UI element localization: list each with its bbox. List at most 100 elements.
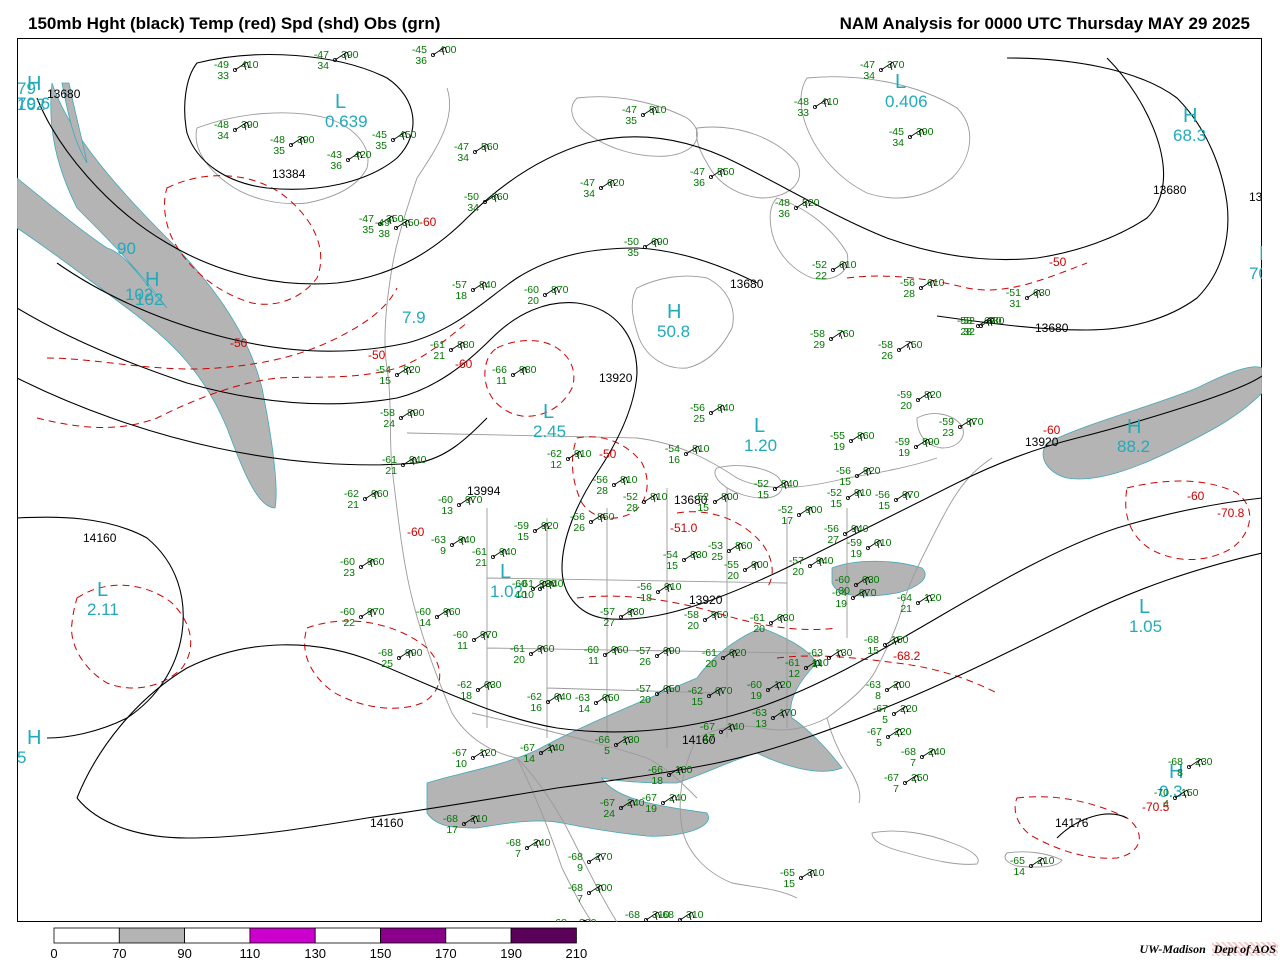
legend-tick: 210 bbox=[566, 946, 588, 960]
station-height: 050 bbox=[602, 692, 620, 704]
station-height: 510 bbox=[649, 104, 667, 116]
speed-legend: 0 70 90 110 130 150 170 190 210 bbox=[50, 927, 588, 960]
station-dewpoint-depression: 26 bbox=[881, 350, 893, 362]
station-height: 220 bbox=[900, 703, 918, 715]
station-height: 010 bbox=[874, 537, 892, 549]
station-height: 890 bbox=[922, 436, 940, 448]
station-dewpoint-depression: 22 bbox=[343, 617, 355, 629]
legend-tick: 190 bbox=[500, 946, 522, 960]
station-height: 630 bbox=[1033, 287, 1051, 299]
temp-label: -50 bbox=[1049, 255, 1067, 269]
station-height: 370 bbox=[887, 59, 905, 71]
station-height: 870 bbox=[966, 416, 984, 428]
station-height: 120 bbox=[774, 679, 792, 691]
center-letter: H bbox=[145, 269, 159, 291]
center-value: 0.406 bbox=[885, 92, 928, 111]
station-height: 930 bbox=[627, 606, 645, 618]
station-height: 900 bbox=[805, 504, 823, 516]
station-height: 960 bbox=[367, 556, 385, 568]
station-dewpoint-depression: 23 bbox=[942, 427, 954, 439]
station-height: 390 bbox=[241, 119, 259, 131]
station-height: 300 bbox=[595, 882, 613, 894]
station-dewpoint-depression: 11 bbox=[588, 655, 599, 667]
station-dewpoint-depression: 15 bbox=[379, 375, 391, 387]
station-height: 270 bbox=[595, 851, 613, 863]
station-height: 960 bbox=[371, 488, 389, 500]
station-dewpoint-depression: 22 bbox=[815, 270, 827, 282]
station-height: 810 bbox=[650, 491, 668, 503]
station-dewpoint-depression: 14 bbox=[523, 753, 535, 765]
center-value: 102 bbox=[135, 290, 163, 309]
temp-label: -60 bbox=[407, 525, 425, 539]
station-height: 410 bbox=[821, 96, 839, 108]
station-height: 980 bbox=[519, 364, 537, 376]
station-height: 910 bbox=[574, 448, 592, 460]
station-height: 840 bbox=[781, 478, 799, 490]
legend-segment bbox=[249, 927, 316, 944]
station-height: 240 bbox=[669, 792, 687, 804]
station-height: 450 bbox=[399, 129, 417, 141]
station-dewpoint-depression: 26 bbox=[639, 656, 651, 668]
height-label: 13920 bbox=[689, 593, 723, 607]
station-height: 350 bbox=[402, 217, 420, 229]
station-height: 140 bbox=[547, 742, 565, 754]
station-height: 750 bbox=[905, 339, 923, 351]
temp-label: -50 bbox=[599, 447, 617, 461]
station-dewpoint-depression: 19 bbox=[833, 441, 845, 453]
station-dewpoint-depression: 21 bbox=[347, 499, 359, 511]
station-dewpoint-depression: 25 bbox=[711, 551, 723, 563]
station-height: 390 bbox=[297, 134, 315, 146]
station-height: 250 bbox=[911, 772, 929, 784]
station-dewpoint-depression: 20 bbox=[527, 295, 539, 307]
temp-label: -50 bbox=[230, 336, 248, 350]
station-height: 940 bbox=[816, 555, 834, 567]
station-height: 970 bbox=[367, 606, 385, 618]
station-height: 520 bbox=[802, 197, 820, 209]
legend-tick: 130 bbox=[304, 946, 326, 960]
station-dewpoint-depression: 34 bbox=[317, 60, 329, 72]
station-height: 840 bbox=[479, 279, 497, 291]
station-height: 180 bbox=[675, 764, 693, 776]
station-height: 690 bbox=[651, 236, 669, 248]
station-height: 870 bbox=[551, 284, 569, 296]
station-dewpoint-depression: 13 bbox=[441, 505, 453, 517]
station-dewpoint-depression: 24 bbox=[383, 418, 395, 430]
station-height: 920 bbox=[541, 520, 559, 532]
station-height: 020 bbox=[729, 647, 747, 659]
station-height: 970 bbox=[465, 494, 483, 506]
legend-segment bbox=[314, 927, 381, 944]
legend-color-bar bbox=[53, 927, 577, 944]
height-label: 14160 bbox=[83, 531, 117, 545]
height-label: 14176 bbox=[1055, 816, 1089, 830]
station-dewpoint-depression: 12 bbox=[550, 459, 562, 471]
station-height: 610 bbox=[839, 259, 857, 271]
station-height: 670 bbox=[984, 315, 1002, 327]
station-dewpoint-depression: 20 bbox=[705, 658, 717, 670]
credit-dept: Dept of AOS bbox=[1211, 942, 1278, 956]
legend-segment bbox=[53, 927, 120, 944]
station-height: 990 bbox=[663, 645, 681, 657]
station-dewpoint-depression: 11 bbox=[496, 375, 507, 387]
station-height: 950 bbox=[711, 609, 729, 621]
station-dewpoint-depression: 14 bbox=[578, 703, 590, 715]
height-label: 13680 bbox=[47, 87, 81, 101]
station-dewpoint-depression: 15 bbox=[757, 489, 769, 501]
temp-label: -60 bbox=[1043, 423, 1061, 437]
station-dewpoint-depression: 18 bbox=[460, 690, 472, 702]
temp-label: -51.0 bbox=[670, 521, 698, 535]
station-dewpoint-depression: 21 bbox=[433, 350, 445, 362]
station-dewpoint-depression: 13 bbox=[755, 718, 767, 730]
station-dewpoint-depression: 16 bbox=[668, 454, 680, 466]
station-height: 840 bbox=[717, 402, 735, 414]
center-value: 5 bbox=[17, 748, 26, 767]
station-dewpoint-depression: 14 bbox=[811, 658, 823, 670]
legend-tick: 110 bbox=[240, 946, 261, 960]
station-height: 830 bbox=[690, 549, 708, 561]
station-height: 240 bbox=[928, 746, 946, 758]
legend-segment bbox=[510, 927, 577, 944]
station-dewpoint-depression: 35 bbox=[362, 224, 374, 236]
station-height: 810 bbox=[692, 443, 710, 455]
legend-segment bbox=[184, 927, 251, 944]
station-dewpoint-depression: 33 bbox=[797, 107, 809, 119]
station-dewpoint-depression: 7 bbox=[515, 848, 521, 860]
